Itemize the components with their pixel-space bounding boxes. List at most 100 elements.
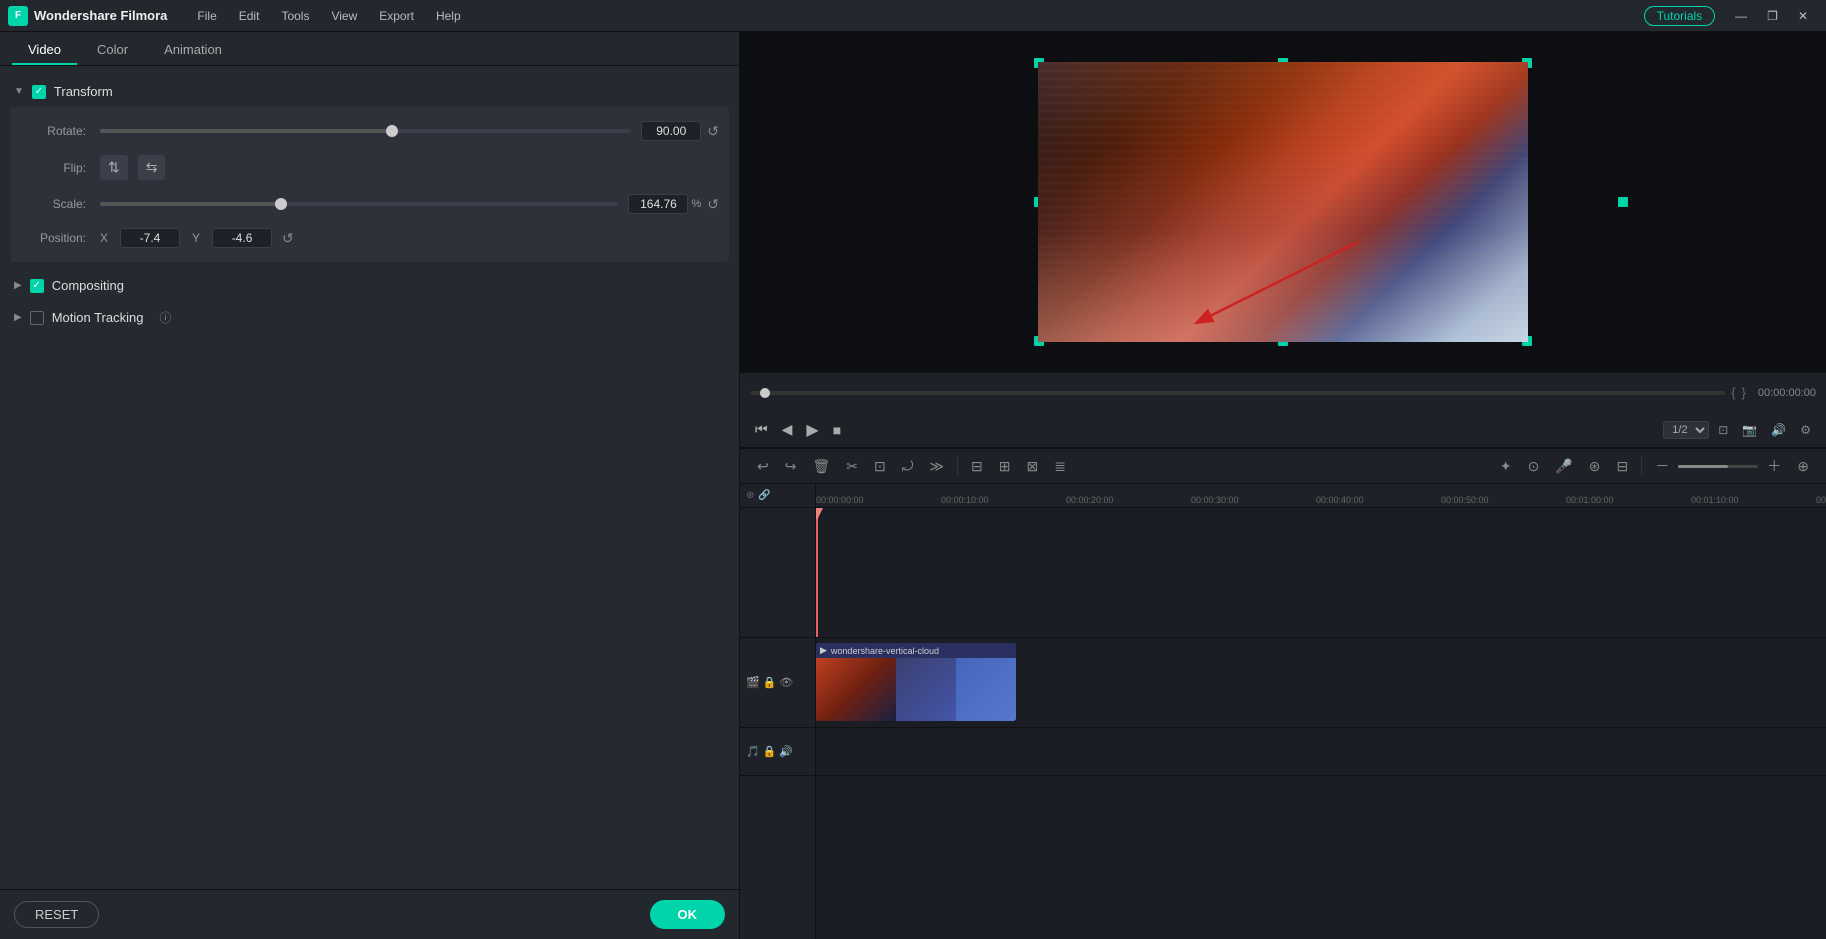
captions-button[interactable]: ⊟ xyxy=(1610,454,1636,479)
menu-tools[interactable]: Tools xyxy=(271,5,319,27)
zoom-level-slider[interactable] xyxy=(1678,465,1758,468)
add-track-icon[interactable]: ⊕ xyxy=(746,490,754,501)
scrubber-thumb[interactable] xyxy=(760,388,770,398)
tab-animation[interactable]: Animation xyxy=(148,36,238,65)
rotate-slider[interactable] xyxy=(100,129,631,133)
rotate-reset-button[interactable]: ↺ xyxy=(707,123,719,140)
ruler-mark-4: 00:00:40:00 xyxy=(1316,495,1364,505)
transform-check-icon[interactable]: ✓ xyxy=(32,85,46,99)
scale-label: Scale: xyxy=(20,197,100,211)
delete-button[interactable]: 🗑 xyxy=(805,454,837,479)
win-maximize[interactable]: ❐ xyxy=(1757,5,1788,27)
tab-video[interactable]: Video xyxy=(12,36,77,65)
position-inputs: X Y xyxy=(100,228,272,248)
zoom-minus[interactable]: － xyxy=(1648,452,1676,480)
ruler: 00:00:00:00 00:00:10:00 00:00:20:00 00:0… xyxy=(816,484,1826,507)
compositing-check-icon[interactable]: ✓ xyxy=(30,279,44,293)
mic-button[interactable]: 🎤 xyxy=(1548,454,1579,479)
fit-button[interactable]: ⊠ xyxy=(1020,454,1046,479)
ruler-mark-3: 00:00:30:00 xyxy=(1191,495,1239,505)
menu-view[interactable]: View xyxy=(321,5,367,27)
timeline-scrubber[interactable] xyxy=(750,391,1725,395)
settings-button[interactable]: ⚙ xyxy=(1795,421,1816,439)
transform-section-header[interactable]: ▼ ✓ Transform xyxy=(0,76,739,107)
flip-horizontal-button[interactable]: ⇅ xyxy=(100,155,128,180)
ripple-button[interactable]: ≣ xyxy=(1047,454,1073,479)
stop-button[interactable]: ■ xyxy=(828,420,846,440)
right-panel: { } 00:00:00:00 ⏮ ◀ ▶ ■ 1/2 ⊡ 📷 🔊 ⚙ ↩ ↪ … xyxy=(740,32,1826,939)
flip-vertical-button[interactable]: ⇆ xyxy=(138,155,166,180)
audio-lock-icon[interactable]: 🔒 xyxy=(763,745,777,758)
menu-help[interactable]: Help xyxy=(426,5,471,27)
flip-row: Flip: ⇅ ⇆ xyxy=(20,155,719,180)
scale-slider[interactable] xyxy=(100,202,618,206)
motion-tracking-help-icon[interactable]: ⓘ xyxy=(159,309,171,326)
step-back-button[interactable]: ⏮ xyxy=(750,419,773,440)
ok-button[interactable]: OK xyxy=(650,900,726,929)
pos-y-input[interactable] xyxy=(212,228,272,248)
rotate-toolbar-button[interactable]: ⤾ xyxy=(895,454,921,479)
tracks-content: ▶ wondershare-vertical-cloud xyxy=(816,508,1826,939)
win-minimize[interactable]: — xyxy=(1725,5,1757,27)
properties-panel: ▼ ✓ Transform Rotate: ↺ Flip: xyxy=(0,66,739,889)
tutorials-button[interactable]: Tutorials xyxy=(1644,6,1716,26)
menu-edit[interactable]: Edit xyxy=(229,5,270,27)
scale-reset-button[interactable]: ↺ xyxy=(707,196,719,213)
add-track-button[interactable]: ⊕ xyxy=(1790,454,1816,479)
motion-tracking-checkbox[interactable] xyxy=(30,311,44,325)
toolbar: ↩ ↪ 🗑 ✂ ⊡ ⤾ ≫ ⊟ ⊞ ⊠ ≣ ✦ ⊙ 🎤 ⊛ ⊟ － xyxy=(740,448,1826,484)
position-reset-button[interactable]: ↺ xyxy=(282,230,294,247)
menu-bar: File Edit Tools View Export Help xyxy=(187,5,1643,27)
ruler-marks: 00:00:00:00 00:00:10:00 00:00:20:00 00:0… xyxy=(816,484,1826,507)
audio-button[interactable]: 🔊 xyxy=(1766,421,1791,439)
ruler-mark-0: 00:00:00:00 xyxy=(816,495,864,505)
play-prev-button[interactable]: ◀ xyxy=(777,419,798,440)
track-label-video: 🎬 🔒 👁 xyxy=(740,638,815,728)
clip-thumb-3 xyxy=(956,658,1016,721)
transform-title: Transform xyxy=(54,84,113,99)
undo-button[interactable]: ↩ xyxy=(750,454,776,479)
outer-handle-mr[interactable] xyxy=(1618,197,1628,207)
tab-color[interactable]: Color xyxy=(81,36,144,65)
rotate-input[interactable] xyxy=(641,121,701,141)
ruler-mark-2: 00:00:20:00 xyxy=(1066,495,1114,505)
compositing-arrow-icon: ▶ xyxy=(14,280,22,291)
track-empty-area xyxy=(816,508,1826,638)
shield-button[interactable]: ⊙ xyxy=(1521,454,1547,479)
eye-icon[interactable]: 👁 xyxy=(779,676,793,689)
fit-screen-button[interactable]: ⊡ xyxy=(1713,421,1733,439)
compositing-section-header[interactable]: ▶ ✓ Compositing xyxy=(0,270,739,301)
toolbar-sep-1 xyxy=(957,456,958,476)
redo-button[interactable]: ↪ xyxy=(778,454,804,479)
time-bracket-left: { xyxy=(1731,385,1735,400)
video-clip[interactable]: ▶ wondershare-vertical-cloud xyxy=(816,643,1016,721)
speed-button[interactable]: ≫ xyxy=(922,454,951,479)
audio-mute-icon[interactable]: 🔊 xyxy=(779,745,793,758)
link-tracks-icon[interactable]: 🔗 xyxy=(758,490,770,501)
playback-controls: ⏮ ◀ ▶ ■ 1/2 ⊡ 📷 🔊 ⚙ xyxy=(740,412,1826,448)
preview-video xyxy=(1038,62,1528,342)
app-logo: F Wondershare Filmora xyxy=(8,6,167,26)
scale-input[interactable] xyxy=(628,194,688,214)
preview-section xyxy=(740,32,1826,372)
playhead[interactable] xyxy=(816,508,818,637)
menu-file[interactable]: File xyxy=(187,5,226,27)
motion-tracking-header[interactable]: ▶ Motion Tracking ⓘ xyxy=(0,301,739,334)
cut-button[interactable]: ✂ xyxy=(839,454,865,479)
effects-button[interactable]: ✦ xyxy=(1493,454,1519,479)
crop-button[interactable]: ⊡ xyxy=(867,454,893,479)
lock-icon[interactable]: 🔒 xyxy=(763,676,777,689)
overlay-button[interactable]: ⊛ xyxy=(1582,454,1608,479)
zoom-in-button[interactable]: ⊞ xyxy=(992,454,1018,479)
win-close[interactable]: ✕ xyxy=(1788,5,1818,27)
audio-track-icons: 🎵 🔒 🔊 xyxy=(746,745,793,758)
snapshot-button[interactable]: 📷 xyxy=(1737,421,1762,439)
play-button[interactable]: ▶ xyxy=(801,418,823,442)
pos-x-input[interactable] xyxy=(120,228,180,248)
zoom-plus[interactable]: ＋ xyxy=(1760,452,1788,480)
quality-select[interactable]: 1/2 xyxy=(1663,421,1709,439)
menu-export[interactable]: Export xyxy=(369,5,424,27)
zoom-out-button[interactable]: ⊟ xyxy=(964,454,990,479)
ruler-mark-5: 00:00:50:00 xyxy=(1441,495,1489,505)
reset-button[interactable]: RESET xyxy=(14,901,99,928)
